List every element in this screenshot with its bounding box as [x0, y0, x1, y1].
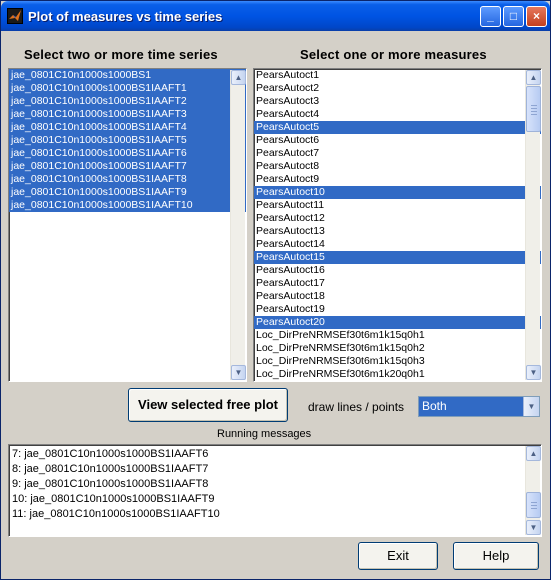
scroll-up-arrow-icon[interactable]: ▲: [526, 70, 541, 85]
time-series-scrollbar[interactable]: ▲ ▼: [230, 70, 246, 380]
grip-line: [531, 502, 537, 503]
message-line: 8: jae_0801C10n1000s1000BS1IAAFT7: [12, 463, 209, 475]
dialog-body: Select two or more time series jae_0801C…: [5, 31, 546, 577]
messages-heading: Running messages: [217, 428, 312, 440]
scroll-up-arrow-icon[interactable]: ▲: [526, 446, 541, 461]
list-item[interactable]: PearsAutoct7: [254, 147, 541, 160]
list-item[interactable]: jae_0801C10n1000s1000BS1IAAFT8: [9, 173, 246, 186]
message-line: 10: jae_0801C10n1000s1000BS1IAAFT9: [12, 493, 215, 505]
close-button[interactable]: ×: [526, 6, 547, 27]
grip-line: [531, 108, 537, 109]
draw-mode-label: draw lines / points: [308, 400, 405, 414]
measures-items: PearsAutoct1 PearsAutoct2 PearsAutoct3 Pear…: [254, 69, 541, 381]
measures-listbox[interactable]: PearsAutoct1 PearsAutoct2 PearsAutoct3 Pear…: [253, 68, 542, 382]
list-item[interactable]: Loc_DirPreNRMSEf30t6m1k20q0h1: [254, 368, 541, 381]
grip-line: [531, 508, 537, 509]
list-item[interactable]: PearsAutoct20: [254, 316, 541, 329]
list-item[interactable]: Loc_DirPreNRMSEf30t6m1k15q0h3: [254, 355, 541, 368]
list-item[interactable]: PearsAutoct14: [254, 238, 541, 251]
message-line: 7: jae_0801C10n1000s1000BS1IAAFT6: [12, 448, 209, 460]
list-item[interactable]: jae_0801C10n1000s1000BS1: [9, 69, 246, 82]
app-window: Plot of measures vs time series _ □ × Se…: [0, 0, 551, 580]
list-item[interactable]: jae_0801C10n1000s1000BS1IAAFT4: [9, 121, 246, 134]
time-series-heading: Select two or more time series: [24, 47, 218, 62]
message-line: 11: jae_0801C10n1000s1000BS1IAAFT10: [12, 508, 220, 520]
list-item[interactable]: PearsAutoct17: [254, 277, 541, 290]
scroll-thumb[interactable]: [526, 86, 541, 132]
list-item[interactable]: jae_0801C10n1000s1000BS1IAAFT2: [9, 95, 246, 108]
list-item[interactable]: jae_0801C10n1000s1000BS1IAAFT5: [9, 134, 246, 147]
list-item[interactable]: PearsAutoct10: [254, 186, 541, 199]
scroll-down-arrow-icon[interactable]: ▼: [526, 365, 541, 380]
list-item[interactable]: jae_0801C10n1000s1000BS1IAAFT6: [9, 147, 246, 160]
grip-line: [531, 111, 537, 112]
message-line: 9: jae_0801C10n1000s1000BS1IAAFT8: [12, 478, 209, 490]
messages-scrollbar[interactable]: ▲ ▼: [525, 446, 541, 535]
measures-heading: Select one or more measures: [300, 47, 487, 62]
messages-listbox[interactable]: 7: jae_0801C10n1000s1000BS1IAAFT6 8: jae_…: [8, 444, 542, 537]
draw-mode-value: Both: [419, 397, 523, 416]
grip-line: [531, 105, 537, 106]
list-item[interactable]: PearsAutoct1: [254, 69, 541, 82]
list-item[interactable]: PearsAutoct12: [254, 212, 541, 225]
list-item[interactable]: PearsAutoct16: [254, 264, 541, 277]
list-item[interactable]: PearsAutoct19: [254, 303, 541, 316]
list-item[interactable]: PearsAutoct15: [254, 251, 541, 264]
time-series-listbox[interactable]: jae_0801C10n1000s1000BS1 jae_0801C10n1000…: [8, 68, 247, 382]
time-series-items: jae_0801C10n1000s1000BS1 jae_0801C10n1000…: [9, 69, 246, 212]
exit-button[interactable]: Exit: [358, 542, 438, 570]
scroll-down-arrow-icon[interactable]: ▼: [526, 520, 541, 535]
list-item[interactable]: PearsAutoct6: [254, 134, 541, 147]
list-item[interactable]: jae_0801C10n1000s1000BS1IAAFT1: [9, 82, 246, 95]
scroll-up-arrow-icon[interactable]: ▲: [231, 70, 246, 85]
list-item[interactable]: PearsAutoct2: [254, 82, 541, 95]
maximize-button[interactable]: □: [503, 6, 524, 27]
list-item[interactable]: jae_0801C10n1000s1000BS1IAAFT9: [9, 186, 246, 199]
grip-line: [531, 114, 537, 115]
list-item[interactable]: PearsAutoct9: [254, 173, 541, 186]
draw-mode-select[interactable]: Both ▼: [418, 396, 540, 417]
list-item[interactable]: Loc_DirPreNRMSEf30t6m1k15q0h2: [254, 342, 541, 355]
help-button[interactable]: Help: [453, 542, 539, 570]
list-item[interactable]: Loc_DirPreNRMSEf30t6m1k15q0h1: [254, 329, 541, 342]
messages-items: 7: jae_0801C10n1000s1000BS1IAAFT6 8: jae_…: [9, 445, 541, 522]
list-item[interactable]: PearsAutoct11: [254, 199, 541, 212]
list-item[interactable]: PearsAutoct13: [254, 225, 541, 238]
list-item[interactable]: PearsAutoct4: [254, 108, 541, 121]
scroll-thumb[interactable]: [526, 492, 541, 518]
chevron-down-icon[interactable]: ▼: [523, 397, 539, 416]
list-item[interactable]: jae_0801C10n1000s1000BS1IAAFT10: [9, 199, 246, 212]
scroll-down-arrow-icon[interactable]: ▼: [231, 365, 246, 380]
matlab-icon: [7, 8, 23, 24]
view-free-plot-button[interactable]: View selected free plot: [128, 388, 288, 422]
list-item[interactable]: PearsAutoct5: [254, 121, 541, 134]
list-item[interactable]: PearsAutoct8: [254, 160, 541, 173]
title-bar[interactable]: Plot of measures vs time series _ □ ×: [1, 1, 550, 31]
minimize-button[interactable]: _: [480, 6, 501, 27]
list-item[interactable]: PearsAutoct3: [254, 95, 541, 108]
measures-scrollbar[interactable]: ▲ ▼: [525, 70, 541, 380]
grip-line: [531, 505, 537, 506]
list-item[interactable]: jae_0801C10n1000s1000BS1IAAFT7: [9, 160, 246, 173]
list-item[interactable]: jae_0801C10n1000s1000BS1IAAFT3: [9, 108, 246, 121]
window-title: Plot of measures vs time series: [28, 9, 223, 24]
list-item[interactable]: PearsAutoct18: [254, 290, 541, 303]
